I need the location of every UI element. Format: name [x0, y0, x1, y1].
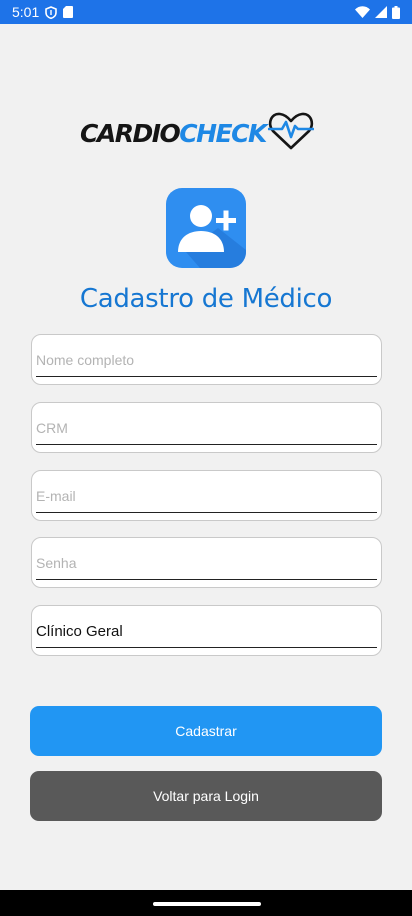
- status-bar: 5:01: [0, 0, 412, 24]
- sd-card-icon: [63, 6, 74, 18]
- add-user-icon: [166, 188, 246, 268]
- heart-pulse-icon: [267, 111, 315, 156]
- input-underline: [36, 444, 377, 445]
- crm-input[interactable]: CRM: [31, 402, 382, 453]
- signal-icon: [375, 6, 387, 18]
- input-underline: [36, 376, 377, 377]
- input-underline: [36, 512, 377, 513]
- page-title: Cadastro de Médico: [79, 284, 333, 314]
- password-input[interactable]: Senha: [31, 537, 382, 588]
- specialty-select[interactable]: Clínico Geral: [31, 605, 382, 656]
- status-right: [355, 5, 400, 19]
- input-underline: [36, 647, 377, 648]
- specialty-value: Clínico Geral: [36, 623, 123, 640]
- email-input[interactable]: E-mail: [31, 470, 382, 521]
- input-underline: [36, 579, 377, 580]
- email-placeholder: E-mail: [36, 488, 76, 504]
- home-indicator[interactable]: [153, 902, 261, 906]
- app-logo: CARDIO CHECK: [80, 110, 335, 156]
- shield-icon: [45, 5, 58, 19]
- full-name-placeholder: Nome completo: [36, 352, 135, 368]
- system-nav-bar: [0, 890, 412, 916]
- full-name-input[interactable]: Nome completo: [31, 334, 382, 385]
- password-placeholder: Senha: [36, 555, 77, 571]
- status-time: 5:01: [12, 4, 40, 20]
- crm-placeholder: CRM: [36, 420, 68, 436]
- back-to-login-label: Voltar para Login: [153, 788, 259, 804]
- logo-text-cardio: CARDIO: [80, 118, 181, 148]
- wifi-icon: [355, 6, 370, 18]
- back-to-login-button[interactable]: Voltar para Login: [30, 771, 382, 821]
- status-left: 5:01: [12, 4, 74, 20]
- register-button-label: Cadastrar: [175, 723, 237, 739]
- logo-text-check: CHECK: [179, 118, 267, 148]
- battery-icon: [392, 5, 400, 19]
- register-button[interactable]: Cadastrar: [30, 706, 382, 756]
